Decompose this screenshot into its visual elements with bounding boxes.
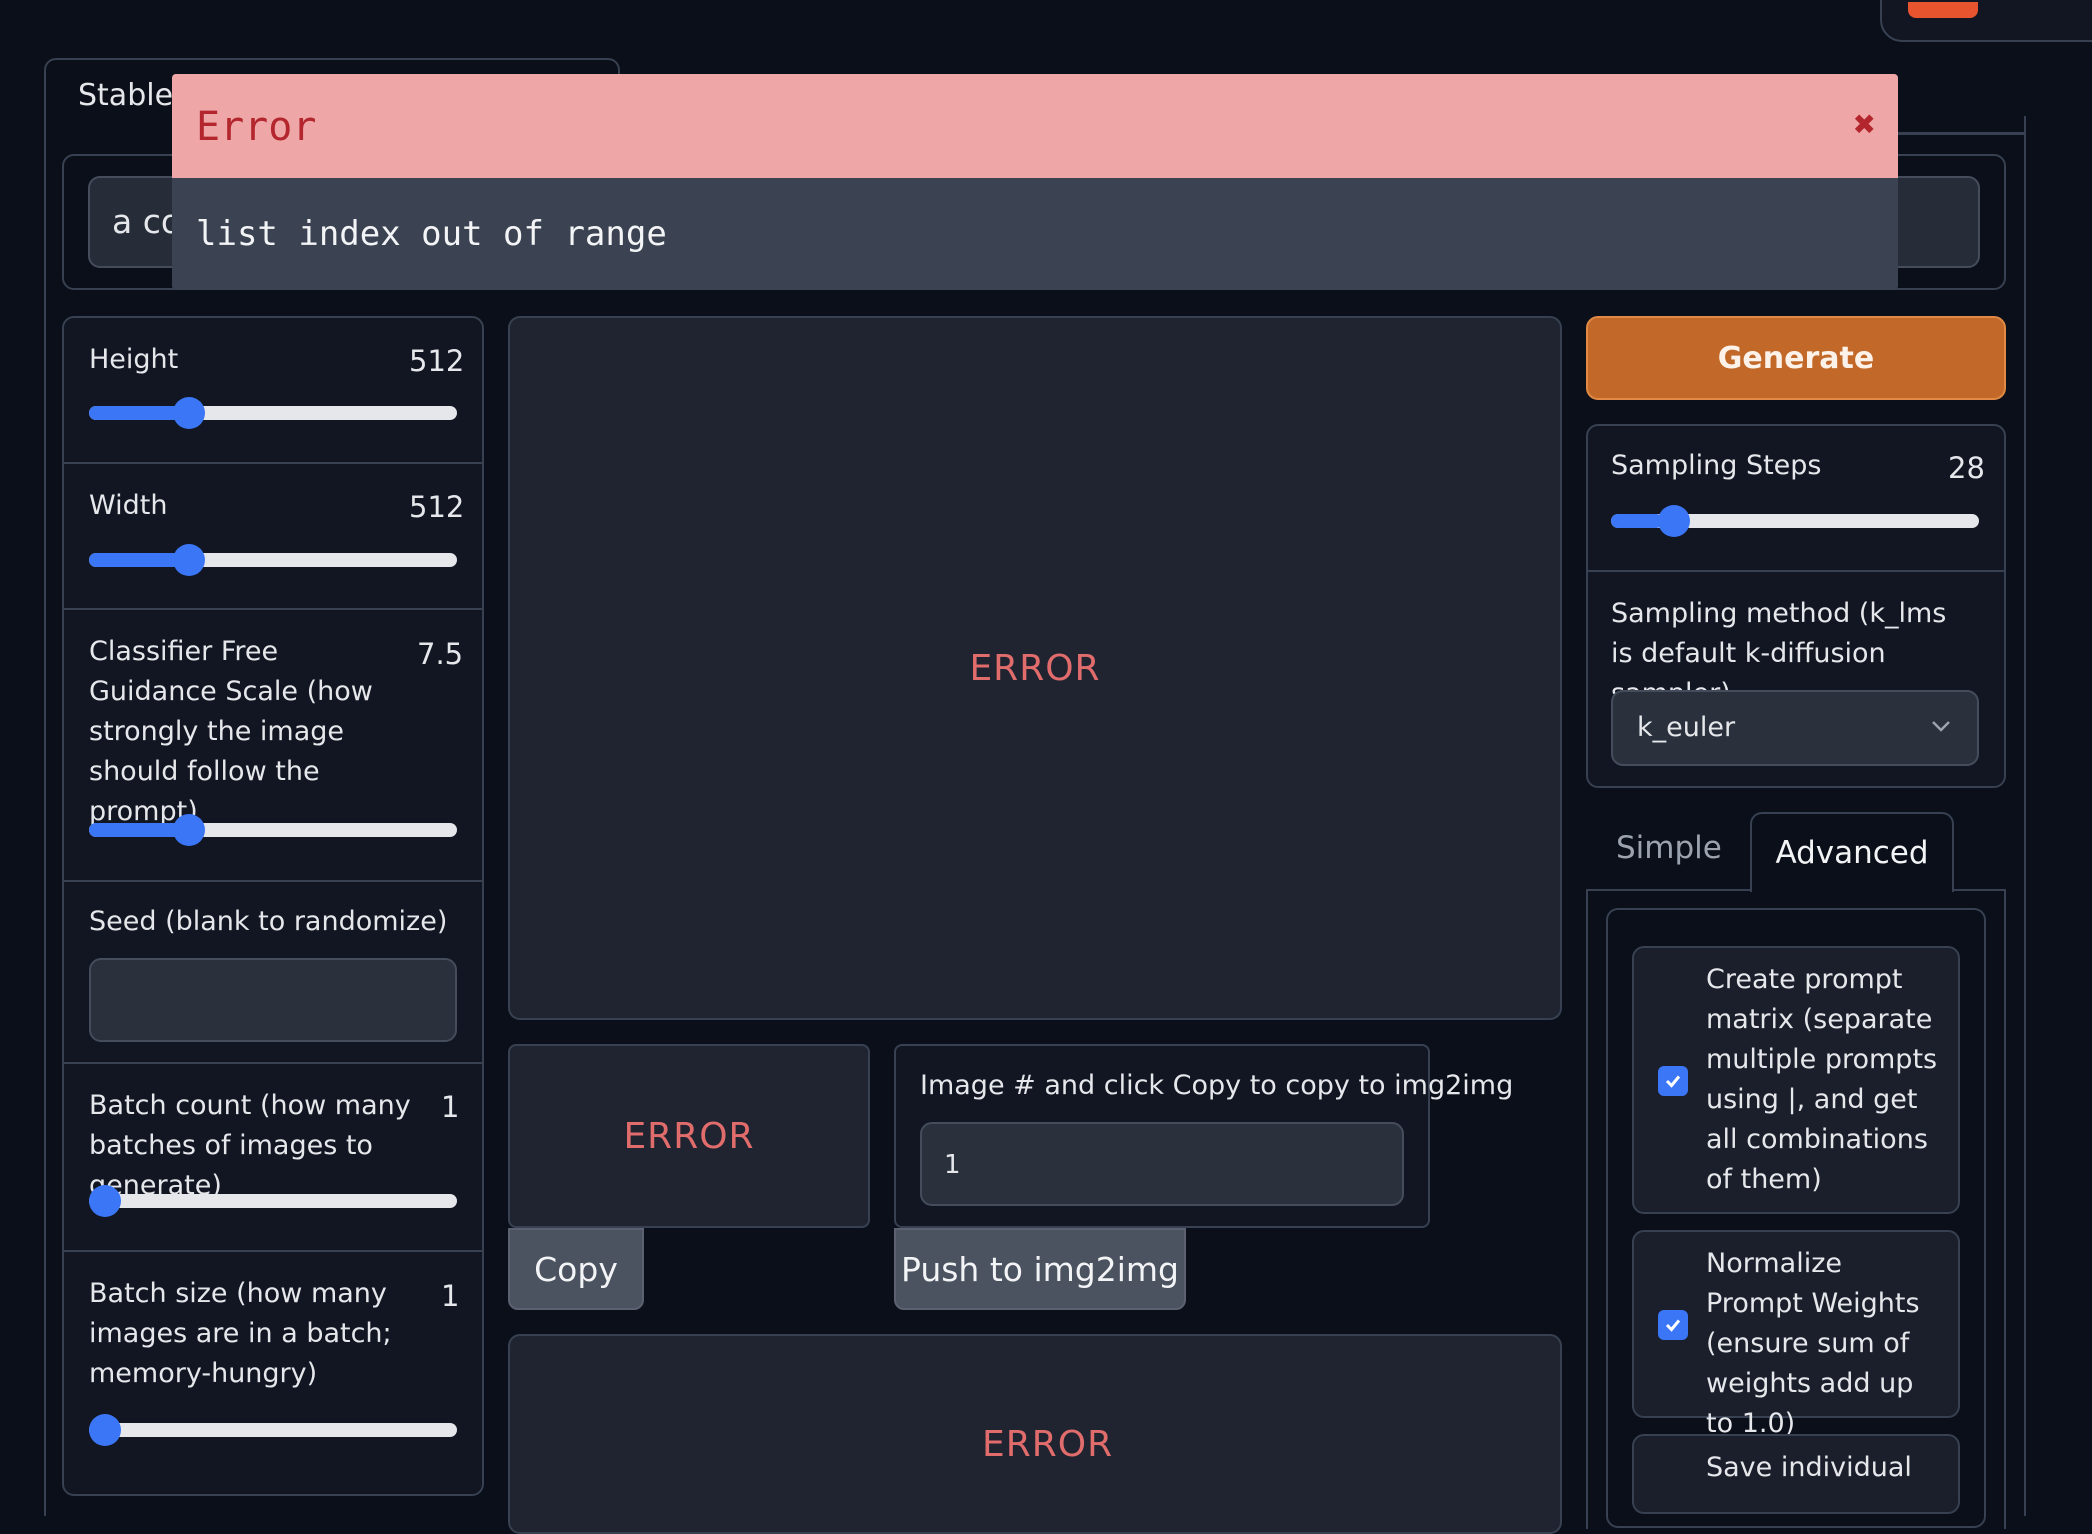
width-slider[interactable] (89, 544, 457, 576)
checkbox-normalize-weights[interactable] (1658, 1310, 1688, 1340)
tab-advanced-label: Advanced (1775, 835, 1929, 871)
gallery-error: ERROR (969, 647, 1101, 689)
slider-knob[interactable] (173, 544, 205, 576)
divider (64, 1062, 482, 1064)
divider (64, 1250, 482, 1252)
slider-track[interactable] (89, 814, 457, 846)
tab-simple-label: Simple (1616, 830, 1722, 866)
slider-track[interactable] (89, 397, 457, 429)
cfg-label: Classifier Free Guidance Scale (how stro… (89, 636, 373, 827)
generate-button[interactable]: Generate (1586, 316, 2006, 400)
slider-track[interactable] (89, 544, 457, 576)
cfg-value[interactable]: 7.5 (417, 637, 463, 671)
sampling-steps-slider[interactable] (1611, 505, 1979, 537)
divider (64, 880, 482, 882)
tab-simple[interactable]: Simple (1616, 830, 1722, 866)
slider-track[interactable] (89, 1185, 457, 1217)
batch-count-slider[interactable] (89, 1185, 457, 1217)
batch-count-value[interactable]: 1 (441, 1090, 459, 1124)
seed-label: Seed (blank to randomize) (89, 906, 448, 937)
close-icon[interactable]: ✖ (1853, 108, 1876, 141)
tab-advanced[interactable]: Advanced (1750, 812, 1954, 892)
sampling-steps-label: Sampling Steps (1611, 450, 1822, 481)
height-value[interactable]: 512 (409, 344, 464, 378)
thumb-error: ERROR (623, 1115, 755, 1157)
error-header: Error ✖ (172, 74, 1898, 178)
tab-stable[interactable]: Stable (78, 78, 173, 113)
slider-track[interactable] (89, 1414, 457, 1446)
bottom-error: ERROR (982, 1424, 1114, 1465)
image-number-input[interactable]: 1 (920, 1122, 1404, 1206)
output-gallery[interactable]: ERROR (508, 316, 1562, 1020)
sampling-method-value: k_euler (1637, 712, 1736, 743)
batch-size-label: Batch size (how many images are in a bat… (89, 1278, 392, 1389)
batch-size-slider[interactable] (89, 1414, 457, 1446)
slider-fill (89, 553, 181, 567)
push-button-label: Push to img2img (901, 1249, 1179, 1289)
batch-size-value[interactable]: 1 (441, 1279, 459, 1313)
prompt-text: a co (112, 202, 182, 241)
divider (1588, 570, 2004, 572)
height-slider[interactable] (89, 397, 457, 429)
chevron-down-icon (1929, 714, 1953, 742)
checkmark-icon (1665, 1319, 1681, 1332)
sampling-method-select[interactable]: k_euler (1611, 690, 1979, 766)
checkbox-prompt-matrix[interactable] (1658, 1066, 1688, 1096)
slider-fill (89, 823, 181, 837)
error-message: list index out of range (196, 214, 667, 254)
slider-fill (89, 406, 181, 420)
error-modal: Error ✖ list index out of range (172, 74, 1898, 290)
push-to-img2img-button[interactable]: Push to img2img (894, 1228, 1186, 1310)
cfg-slider[interactable] (89, 814, 457, 846)
divider (64, 462, 482, 464)
copy-button[interactable]: Copy (508, 1228, 644, 1310)
image-number-label: Image # and click Copy to copy to img2im… (920, 1070, 1514, 1101)
option-normalize-weights[interactable]: Normalize Prompt Weights (ensure sum of … (1632, 1230, 1960, 1439)
copy-button-label: Copy (534, 1249, 618, 1289)
slider-knob[interactable] (173, 814, 205, 846)
slider-knob[interactable] (1658, 505, 1691, 537)
option-normalize-weights-label: Normalize Prompt Weights (ensure sum of … (1706, 1248, 1920, 1439)
secondary-output[interactable]: ERROR (508, 1334, 1562, 1534)
generate-button-label: Generate (1717, 340, 1875, 376)
width-value[interactable]: 512 (409, 490, 464, 524)
tab-stable-label: Stable (78, 78, 174, 113)
slider-fill (1611, 514, 1663, 528)
error-title: Error (196, 104, 317, 150)
width-label: Width (89, 490, 168, 521)
outer-frame-top-right (1896, 132, 2026, 136)
seed-input[interactable] (89, 958, 457, 1042)
slider-track[interactable] (1611, 505, 1979, 537)
divider (64, 608, 482, 610)
option-prompt-matrix[interactable]: Create prompt matrix (separate multiple … (1632, 946, 1960, 1214)
option-save-individual[interactable]: Save individual (1632, 1434, 1960, 1514)
option-prompt-matrix-label: Create prompt matrix (separate multiple … (1706, 964, 1938, 1195)
top-right-chip[interactable] (1880, 0, 2092, 42)
image-number-value: 1 (944, 1150, 961, 1180)
sampling-steps-value[interactable]: 28 (1948, 451, 1985, 485)
output-thumbnail[interactable]: ERROR (508, 1044, 870, 1228)
slider-knob[interactable] (173, 397, 205, 429)
batch-count-label: Batch count (how many batches of images … (89, 1090, 411, 1201)
checkmark-icon (1665, 1075, 1681, 1088)
option-save-individual-label: Save individual (1706, 1452, 1912, 1483)
chip-icon (1908, 2, 1978, 18)
slider-knob[interactable] (89, 1414, 121, 1446)
height-label: Height (89, 344, 179, 375)
slider-knob[interactable] (89, 1185, 121, 1217)
